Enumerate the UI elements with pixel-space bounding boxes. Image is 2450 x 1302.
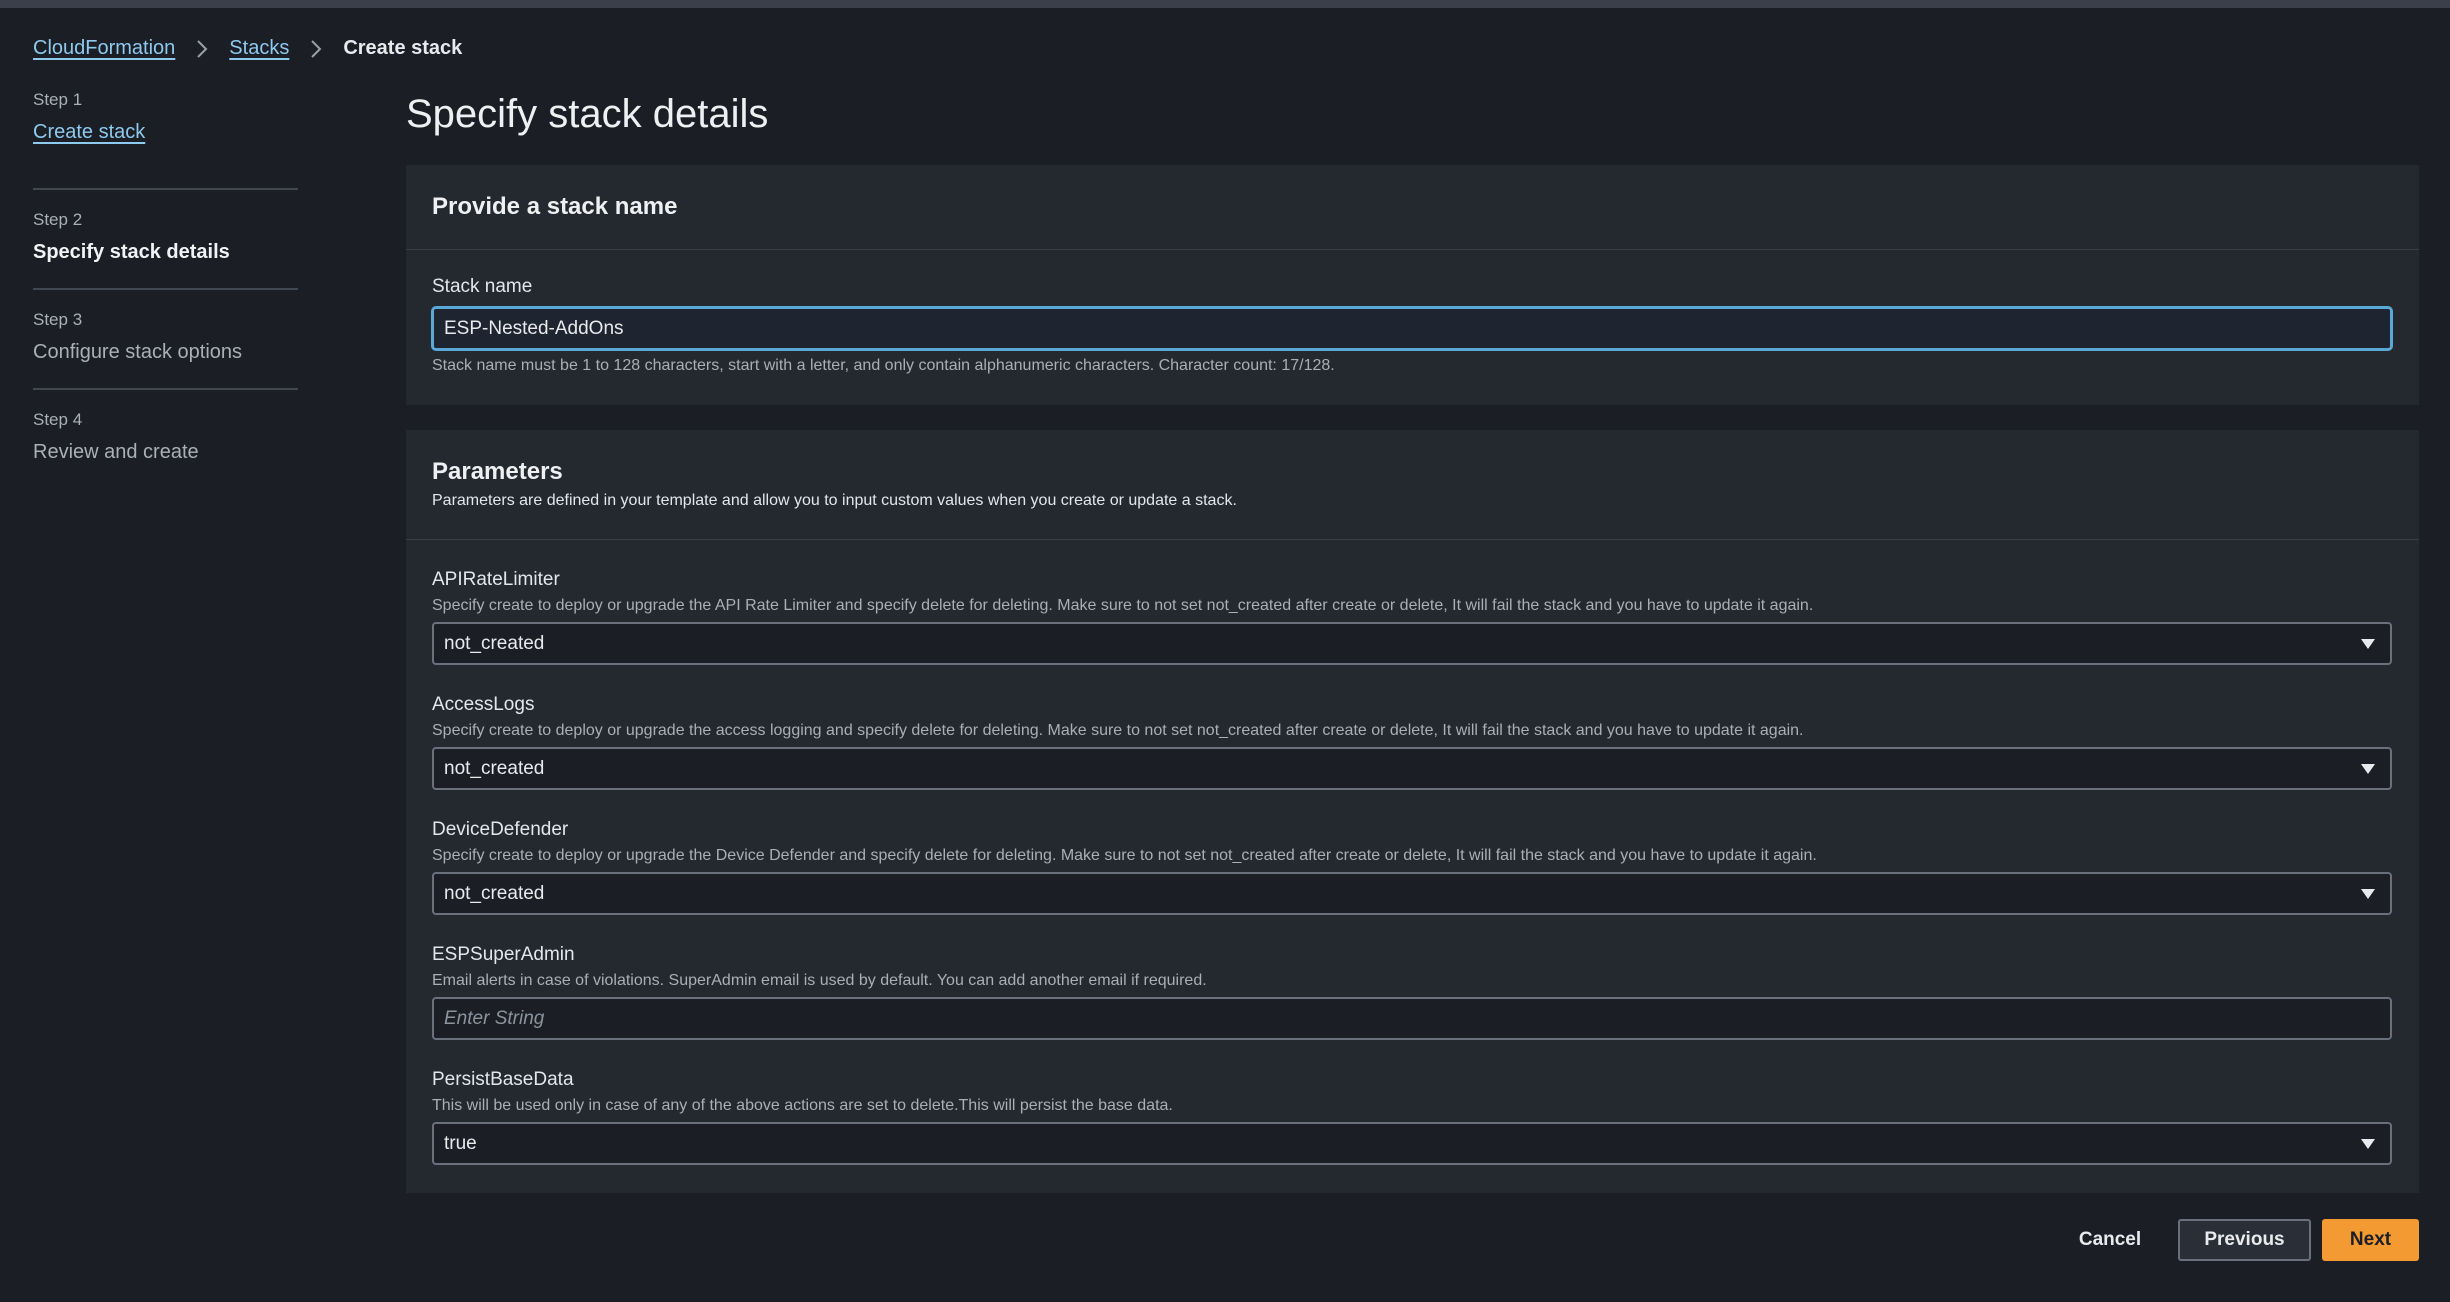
breadcrumb-stacks[interactable]: Stacks	[229, 37, 289, 60]
step-3: Step 3 Configure stack options	[33, 288, 298, 388]
espsuperadmin-input[interactable]	[432, 997, 2392, 1040]
select-value: not_created	[444, 883, 545, 904]
select-value: not_created	[444, 633, 545, 654]
step-label-configure-stack-options: Configure stack options	[33, 341, 243, 363]
step-label-create-stack[interactable]: Create stack	[33, 121, 145, 144]
param-label-espsuperadmin: ESPSuperAdmin	[432, 944, 575, 965]
stack-name-label: Stack name	[432, 276, 533, 297]
step-number: Step 4	[33, 410, 83, 429]
step-number: Step 3	[33, 310, 83, 329]
param-desc: This will be used only in case of any of…	[432, 1097, 1173, 1114]
caret-down-icon	[2361, 639, 2375, 649]
param-label-devicedefender: DeviceDefender	[432, 819, 569, 840]
breadcrumb-cloudformation[interactable]: CloudFormation	[33, 37, 175, 60]
panel-header: Provide a stack name	[406, 165, 2419, 250]
select-value: true	[444, 1133, 477, 1154]
stack-name-input[interactable]	[432, 307, 2392, 350]
chevron-right-icon	[308, 38, 324, 60]
param-label-apiratelimiter: APIRateLimiter	[432, 569, 560, 590]
step-number: Step 1	[33, 90, 83, 109]
step-2: Step 2 Specify stack details	[33, 188, 298, 288]
persistbasedata-select[interactable]: true	[432, 1122, 2392, 1165]
param-desc: Specify create to deploy or upgrade the …	[432, 597, 1814, 614]
panel-title: Provide a stack name	[432, 193, 678, 220]
breadcrumb-current: Create stack	[343, 37, 463, 59]
select-value: not_created	[444, 758, 545, 779]
step-label-specify-stack-details: Specify stack details	[33, 241, 230, 263]
panel-title: Parameters	[432, 458, 563, 485]
top-bar	[0, 0, 2450, 8]
wizard-steps: Step 1 Create stack Step 2 Specify stack…	[33, 88, 298, 488]
step-number: Step 2	[33, 210, 83, 229]
step-label-review-and-create: Review and create	[33, 441, 199, 463]
parameters-panel: Parameters Parameters are defined in you…	[406, 430, 2419, 1193]
previous-button[interactable]: Previous	[2178, 1219, 2311, 1261]
param-label-persistbasedata: PersistBaseData	[432, 1069, 574, 1090]
stack-name-help: Stack name must be 1 to 128 characters, …	[432, 357, 1335, 374]
param-desc: Specify create to deploy or upgrade the …	[432, 847, 1817, 864]
next-button[interactable]: Next	[2322, 1219, 2419, 1261]
cancel-button[interactable]: Cancel	[2065, 1219, 2155, 1261]
apiratelimiter-select[interactable]: not_created	[432, 622, 2392, 665]
breadcrumb: CloudFormation Stacks Create stack	[33, 37, 462, 60]
devicedefender-select[interactable]: not_created	[432, 872, 2392, 915]
page-title: Specify stack details	[406, 92, 769, 136]
param-desc: Email alerts in case of violations. Supe…	[432, 972, 1207, 989]
stack-name-panel: Provide a stack name Stack name Stack na…	[406, 165, 2419, 405]
caret-down-icon	[2361, 764, 2375, 774]
caret-down-icon	[2361, 889, 2375, 899]
accesslogs-select[interactable]: not_created	[432, 747, 2392, 790]
step-1: Step 1 Create stack	[33, 88, 298, 188]
panel-description: Parameters are defined in your template …	[432, 492, 1237, 509]
chevron-right-icon	[194, 38, 210, 60]
param-desc: Specify create to deploy or upgrade the …	[432, 722, 1804, 739]
panel-header: Parameters Parameters are defined in you…	[406, 430, 2419, 540]
step-4: Step 4 Review and create	[33, 388, 298, 488]
caret-down-icon	[2361, 1139, 2375, 1149]
param-label-accesslogs: AccessLogs	[432, 694, 535, 715]
